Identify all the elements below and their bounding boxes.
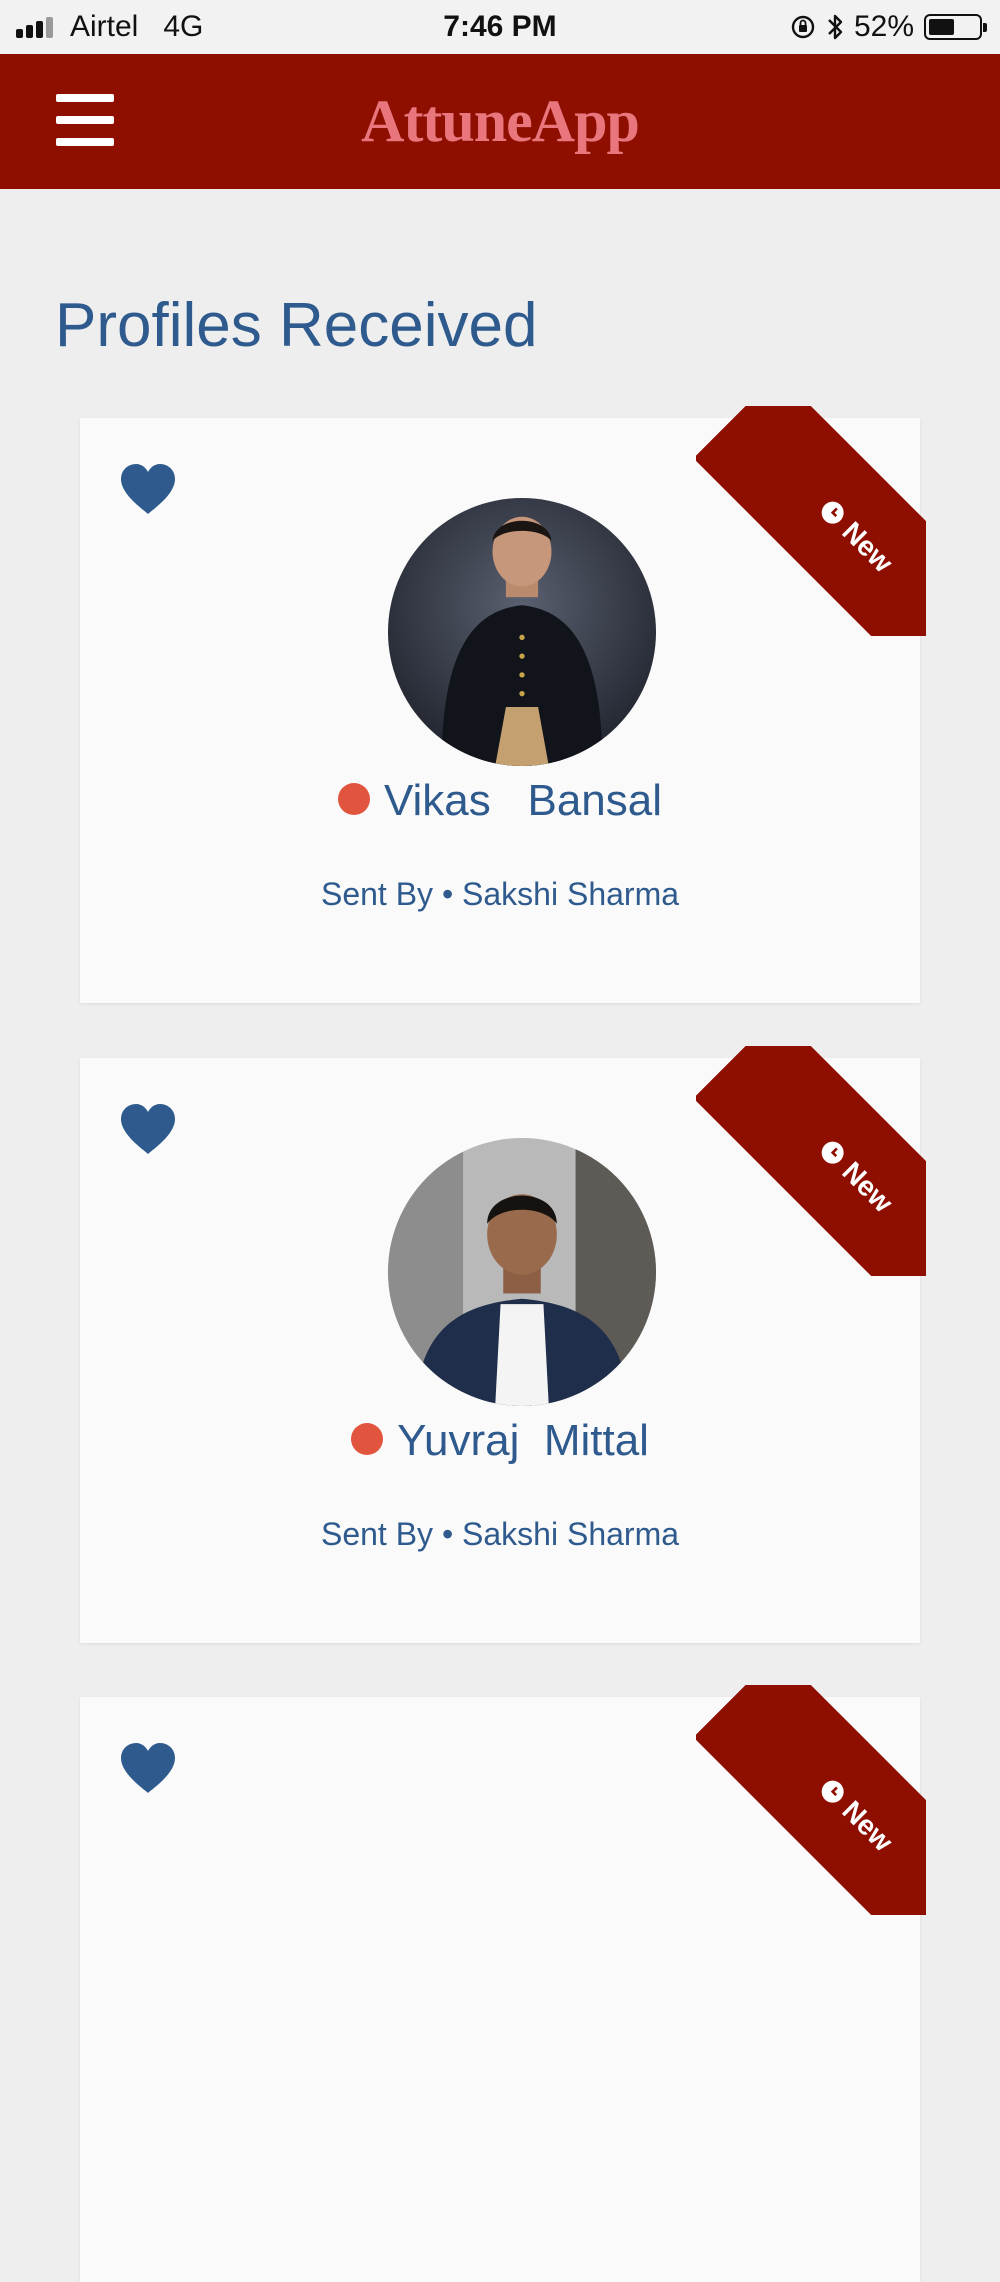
profile-name[interactable]: Vikas Bansal <box>80 776 920 826</box>
bluetooth-icon <box>828 14 843 40</box>
hamburger-menu-icon[interactable] <box>56 94 116 148</box>
sender-name: Sakshi Sharma <box>462 1516 680 1552</box>
first-name: Vikas <box>383 776 491 825</box>
new-ribbon: New <box>696 1046 926 1276</box>
first-name: Yuvraj <box>397 1416 520 1465</box>
app-header: AttuneApp <box>0 54 1000 189</box>
profile-card[interactable]: New <box>80 1685 926 2282</box>
page-title: Profiles Received <box>55 291 538 360</box>
new-badge-label: New <box>836 515 899 579</box>
status-bar: Airtel 4G 7:46 PM 52% <box>0 0 1000 54</box>
battery-icon <box>924 14 987 40</box>
heart-icon[interactable] <box>118 1741 178 1795</box>
status-indicators: 52% <box>790 8 987 46</box>
new-ribbon: New <box>696 406 926 636</box>
sent-by-label: Sent By <box>320 1516 434 1552</box>
clock-icon <box>821 1141 844 1164</box>
profile-card[interactable]: New Vikas Bansal Sent By • Sakshi Sharma <box>80 406 926 1003</box>
new-ribbon: New <box>696 1685 926 1915</box>
battery-percent: 52% <box>853 10 914 43</box>
new-badge-label: New <box>836 1794 899 1858</box>
sender-name: Sakshi Sharma <box>462 876 680 912</box>
heart-icon[interactable] <box>118 1102 178 1156</box>
heart-icon[interactable] <box>118 462 178 516</box>
sent-by-line: Sent By • Sakshi Sharma <box>320 1516 680 1552</box>
profile-avatar[interactable] <box>388 498 656 766</box>
sent-by-label: Sent By <box>320 876 434 912</box>
sent-by-line: Sent By • Sakshi Sharma <box>320 876 680 912</box>
last-name: Bansal <box>527 776 663 825</box>
app-logo: AttuneApp <box>361 88 640 154</box>
online-status-dot <box>351 1423 384 1456</box>
clock-icon <box>821 1780 844 1803</box>
profile-avatar[interactable] <box>388 1138 656 1406</box>
profile-card[interactable]: New Yuvraj Mittal Sent By • Sakshi Sharm… <box>80 1046 926 1643</box>
online-status-dot <box>337 783 370 816</box>
profile-name[interactable]: Yuvraj Mittal <box>80 1416 920 1466</box>
new-badge-label: New <box>836 1155 899 1219</box>
last-name: Mittal <box>543 1416 649 1465</box>
clock-icon <box>821 501 844 524</box>
orientation-lock-icon <box>791 15 815 39</box>
